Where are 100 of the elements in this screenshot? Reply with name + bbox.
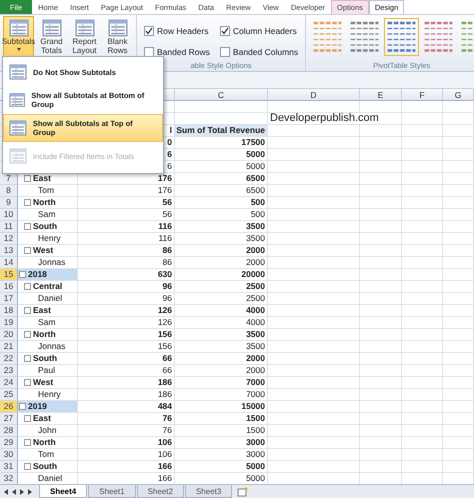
row-number[interactable]: 16 [0,281,18,293]
row-label: North [33,197,56,208]
table-cell: 96 [78,293,175,305]
table-cell: 106 [78,437,175,449]
table-cell: 86 [78,245,175,257]
table-cell: 186 [78,389,175,401]
table-cell: 3000 [175,449,268,461]
row-number[interactable]: 10 [0,209,18,221]
checkbox-label: Column Headers [232,26,297,36]
table-cell: 96 [78,281,175,293]
row-number[interactable]: 31 [0,461,18,473]
row-label: West [33,245,54,256]
row-number[interactable]: 23 [0,365,18,377]
row-number[interactable]: 24 [0,377,18,389]
row-number[interactable]: 25 [0,389,18,401]
column-header[interactable]: D [268,89,360,101]
table-cell: 66 [78,365,175,377]
row-label: Tom [38,449,54,460]
row-label: East [33,305,51,316]
row-number[interactable]: 20 [0,329,18,341]
table-cell: 1500 [175,425,268,437]
table-cell: 7000 [175,389,268,401]
table-cell: 7000 [175,377,268,389]
checkbox[interactable]: Row Headers [144,22,210,40]
column-header[interactable]: G [443,89,474,101]
row-label: Central [33,281,62,292]
table-cell: 2500 [175,293,268,305]
row-number[interactable]: 14 [0,257,18,269]
row-label: West [33,377,54,388]
checkbox[interactable]: Banded Columns [220,44,298,61]
table-cell: 5000 [175,149,268,161]
row-number[interactable]: 29 [0,437,18,449]
row-number[interactable]: 27 [0,413,18,425]
row-label: East [33,413,51,424]
row-number[interactable]: 13 [0,245,18,257]
table-cell: 76 [78,425,175,437]
table-cell: 2000 [175,245,268,257]
row-number[interactable]: 12 [0,233,18,245]
table-cell: 66 [78,353,175,365]
row-label: Paul [38,365,56,376]
table-cell: 2000 [175,257,268,269]
sheet-tab[interactable]: Sheet1 [88,485,136,498]
row-number[interactable]: 15 [0,269,18,281]
table-cell: 166 [78,461,175,473]
table-cell: 630 [78,269,175,281]
row-number[interactable]: 11 [0,221,18,233]
row-number[interactable]: 19 [0,317,18,329]
table-cell: 4000 [175,305,268,317]
sheet-tab[interactable]: Sheet2 [136,485,184,498]
row-number[interactable]: 28 [0,425,18,437]
table-cell: 156 [78,329,175,341]
row-label: 2018 [28,269,47,280]
table-cell: 156 [78,341,175,353]
row-number[interactable]: 7 [0,173,18,185]
checkbox-label: Banded Columns [232,47,298,58]
table-cell: 3500 [175,341,268,353]
row-number[interactable]: 30 [0,449,18,461]
sheet-tab[interactable]: Sheet4 [39,485,88,498]
table-cell: 56 [78,209,175,221]
table-cell: 15000 [175,401,268,413]
row-number[interactable]: 8 [0,185,18,197]
column-header[interactable]: E [360,89,402,101]
table-cell: 17500 [175,137,268,149]
table-cell: 3500 [175,329,268,341]
row-label: Jonnas [38,341,66,352]
row-label: Jonnas [38,257,66,268]
column-header[interactable]: C [175,89,268,101]
table-cell: 500 [175,197,268,209]
table-cell: 3500 [175,233,268,245]
row-label: Tom [38,185,54,196]
table-cell: 116 [78,233,175,245]
row-label: Daniel [38,473,62,484]
table-cell: 2500 [175,281,268,293]
row-label: Sam [38,209,56,220]
row-label: East [33,173,51,184]
row-label: North [33,437,56,448]
row-label: South [33,461,58,472]
row-label: South [33,221,58,232]
column-header[interactable]: F [402,89,443,101]
row-label: John [38,425,56,436]
row-number[interactable]: 9 [0,197,18,209]
row-number[interactable]: 17 [0,293,18,305]
table-cell: 56 [78,197,175,209]
sheet-tab[interactable]: Sheet3 [184,485,232,498]
sheet-text: Developerpublish.com [268,113,402,125]
table-cell: 484 [78,401,175,413]
table-cell: 116 [78,221,175,233]
checkbox[interactable]: Banded Rows [144,44,210,61]
checkbox[interactable]: Column Headers [220,22,298,40]
table-cell: 106 [78,449,175,461]
table-cell: 4000 [175,317,268,329]
row-number[interactable]: 18 [0,305,18,317]
checkbox-label: Banded Rows [157,47,210,58]
row-number[interactable]: 22 [0,353,18,365]
row-number[interactable]: 32 [0,473,18,485]
table-cell: 5000 [175,161,268,173]
table-cell: 20000 [175,269,268,281]
row-number[interactable]: 21 [0,341,18,353]
table-cell: 500 [175,209,268,221]
row-number[interactable]: 26 [0,401,18,413]
